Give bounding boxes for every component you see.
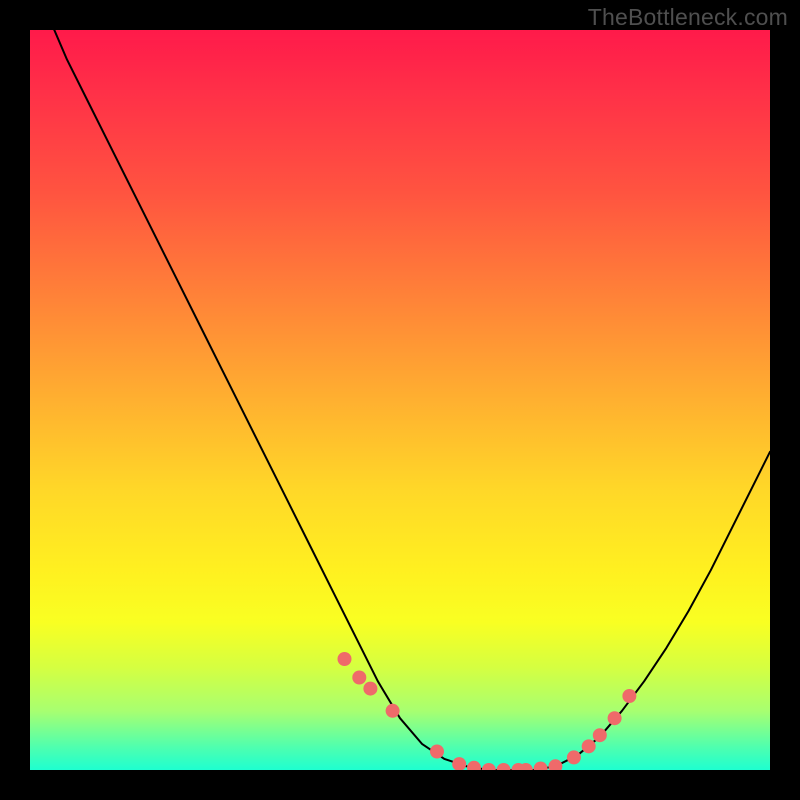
chart-svg	[30, 30, 770, 770]
curve-marker	[582, 739, 596, 753]
curve-marker	[452, 757, 466, 770]
curve-marker	[608, 711, 622, 725]
curve-marker	[497, 763, 511, 770]
curve-marker	[363, 682, 377, 696]
curve-marker	[338, 652, 352, 666]
curve-marker	[386, 704, 400, 718]
curve-marker	[534, 762, 548, 770]
curve-marker	[548, 759, 562, 770]
curve-marker	[352, 671, 366, 685]
app-frame: TheBottleneck.com	[0, 0, 800, 800]
curve-marker	[467, 761, 481, 770]
curve-marker	[482, 763, 496, 770]
curve-marker	[567, 750, 581, 764]
bottleneck-curve	[30, 30, 770, 770]
curve-marker	[593, 728, 607, 742]
plot-area	[30, 30, 770, 770]
watermark-text: TheBottleneck.com	[588, 4, 788, 31]
curve-marker	[430, 745, 444, 759]
curve-marker	[622, 689, 636, 703]
curve-markers	[338, 652, 637, 770]
